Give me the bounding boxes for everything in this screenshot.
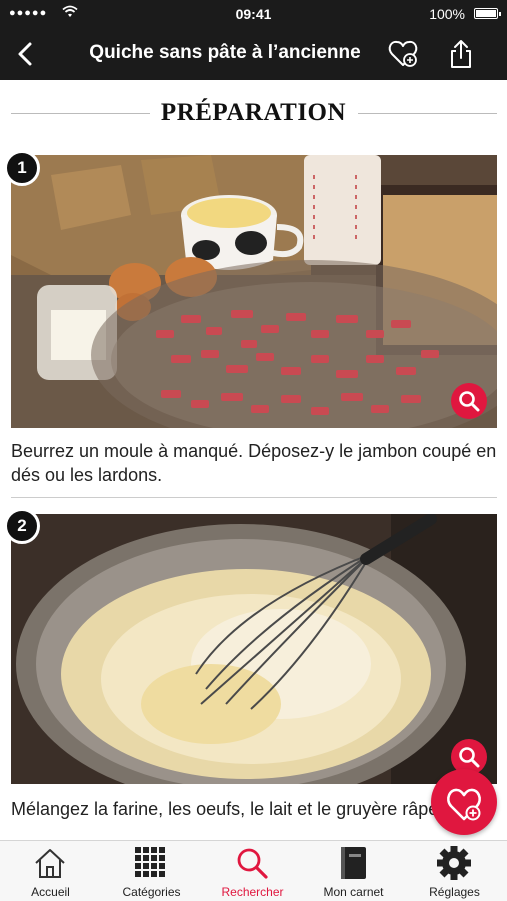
step-1-text: Beurrez un moule à manqué. Déposez-y le …	[11, 441, 497, 485]
tab-accueil[interactable]: Accueil	[0, 841, 101, 901]
step-2-illustration	[11, 514, 497, 784]
step-1-number-badge: 1	[4, 150, 40, 186]
book-icon	[341, 847, 366, 879]
search-icon	[237, 848, 268, 879]
navigation-bar: Quiche sans pâte à l’ancienne	[0, 28, 507, 80]
share-icon[interactable]	[443, 36, 479, 72]
tab-rechercher[interactable]: Rechercher	[202, 841, 303, 901]
tab-label: Accueil	[31, 885, 70, 899]
battery-percent: 100%	[429, 6, 465, 22]
step-2-photo[interactable]	[11, 514, 497, 784]
battery-icon	[474, 8, 501, 19]
section-heading: PRÉPARATION	[0, 98, 507, 128]
page-title: Quiche sans pâte à l’ancienne	[89, 42, 361, 63]
back-arrow-icon[interactable]	[8, 36, 44, 72]
tab-mon-carnet[interactable]: Mon carnet	[303, 841, 404, 901]
tab-label: Rechercher	[221, 885, 284, 899]
tab-label: Réglages	[429, 885, 480, 899]
tab-bar: Accueil Catégories Rechercher Mon carnet	[0, 840, 507, 901]
step-2-text: Mélangez la farine, les oeufs, le lait e…	[11, 799, 444, 819]
step-2-number-badge: 2	[4, 508, 40, 544]
status-bar: ●●●●● 09:41 100%	[0, 0, 507, 28]
gear-icon	[437, 846, 471, 880]
step-1-zoom-button[interactable]	[451, 383, 487, 419]
heading-rule-right	[358, 113, 497, 114]
add-to-favorites-fab[interactable]	[431, 769, 497, 835]
tab-label: Catégories	[122, 885, 181, 899]
tab-reglages[interactable]: Réglages	[404, 841, 505, 901]
magnifier-icon	[459, 391, 480, 412]
step-1-illustration	[11, 155, 497, 428]
tab-label: Mon carnet	[323, 885, 384, 899]
add-to-favorites-icon[interactable]	[385, 36, 421, 72]
step-1-photo[interactable]	[11, 155, 497, 428]
step-divider	[11, 497, 497, 498]
grid-icon	[135, 847, 165, 877]
top-bar: ●●●●● 09:41 100% Quiche sans pâte à l’an…	[0, 0, 507, 80]
heart-plus-icon	[447, 788, 481, 821]
home-icon	[35, 849, 65, 878]
tab-categories[interactable]: Catégories	[101, 841, 202, 901]
